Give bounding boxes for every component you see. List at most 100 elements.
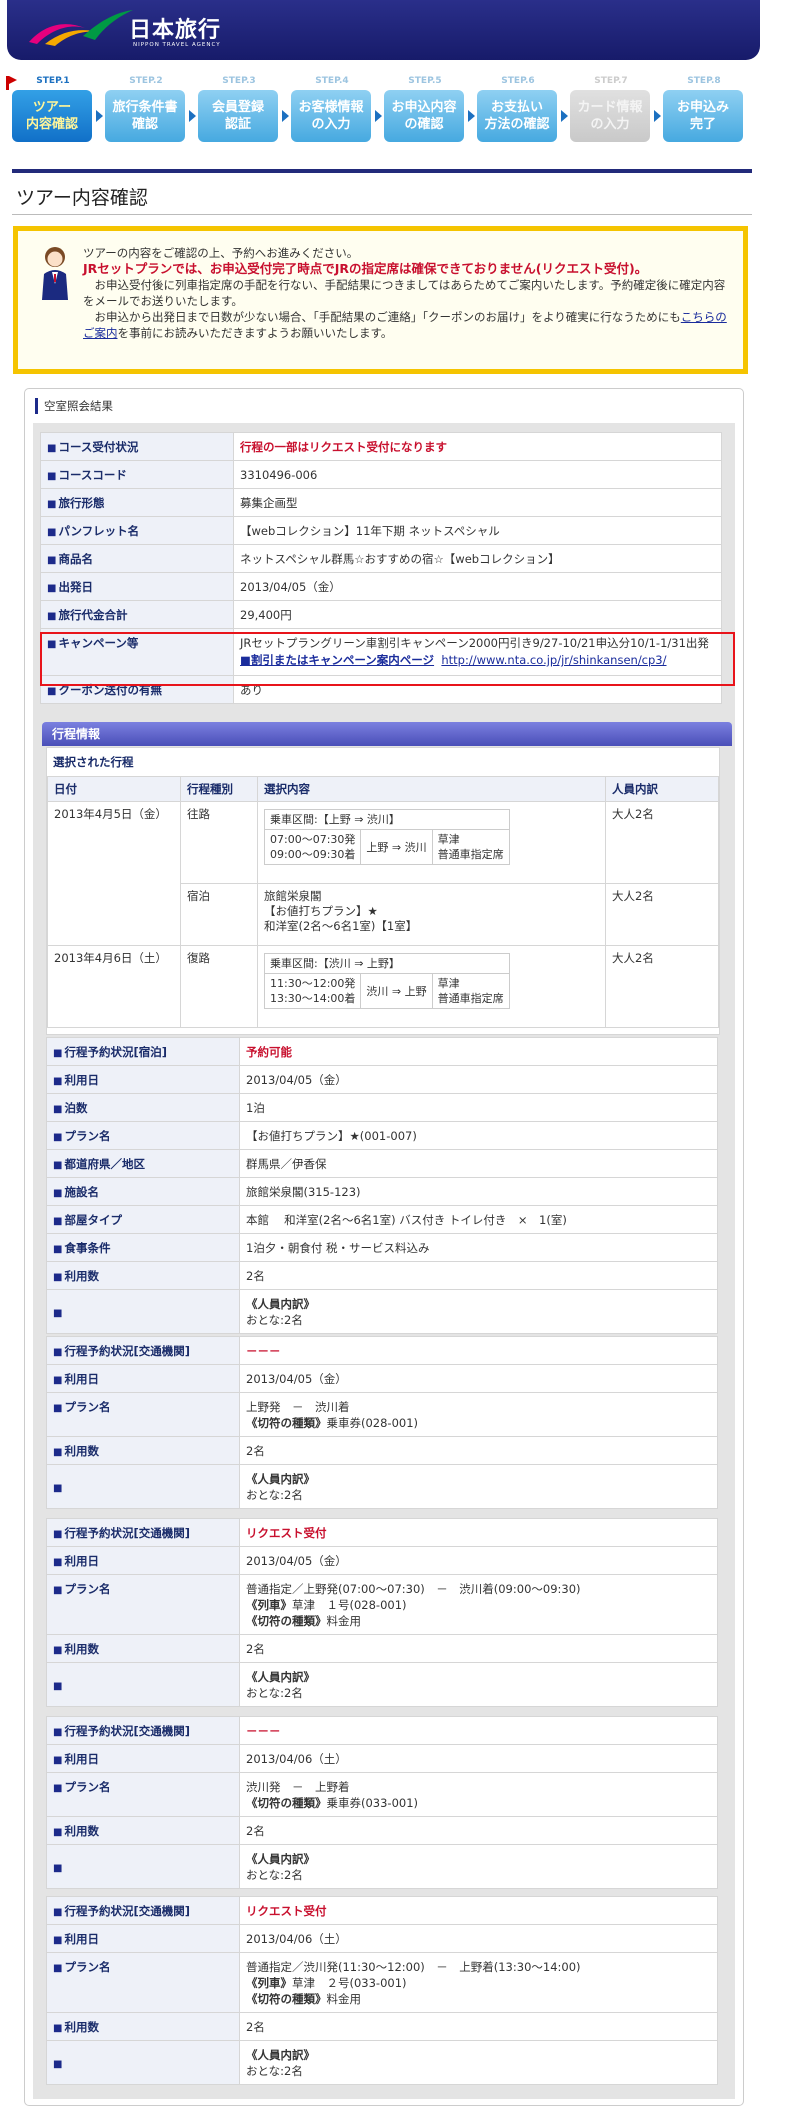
- staff-person-icon: [42, 247, 68, 300]
- segment-row: 乗車区間:【上野 ⇒ 渋川】: [264, 809, 510, 830]
- logo-subtext: NIPPON TRAVEL AGENCY: [133, 42, 221, 48]
- row-key: 行程予約状況[交通機関]: [46, 1518, 240, 1547]
- table-row: プラン名普通指定／上野発(07:00～07:30) － 渋川着(09:00～09…: [46, 1574, 718, 1635]
- step-number: STEP.6: [501, 76, 535, 86]
- row-key: プラン名: [46, 1574, 240, 1635]
- table-row: 行程予約状況[交通機関]－－－: [46, 1716, 718, 1745]
- table-row: 施設名旅館栄泉閣(315-123): [46, 1177, 718, 1206]
- row-value: 旅館栄泉閣(315-123): [239, 1177, 718, 1206]
- table-row: 出発日2013/04/05（金）: [40, 572, 722, 601]
- plan-cell: 渋川発 － 上野着 《切符の種類》乗車券(033-001): [239, 1772, 718, 1817]
- breakdown-value: おとな:2名: [246, 1312, 303, 1327]
- itinerary-subtitle: 選択された行程: [53, 755, 134, 769]
- itinerary-people: 大人2名: [605, 801, 719, 884]
- step-arrow-icon: [561, 110, 568, 122]
- row-value: 群馬県／伊香保: [239, 1149, 718, 1178]
- plan-cell: 上野発 － 渋川着 《切符の種類》乗車券(028-001): [239, 1392, 718, 1437]
- itinerary-table: 日付 行程種別 選択内容 人員内訳 2013年4月5日（金） 往路 乗車区間:【…: [47, 776, 719, 1028]
- table-row: 旅行形態募集企画型: [40, 488, 722, 517]
- row-value: －－－: [239, 1716, 718, 1745]
- itinerary-people: 大人2名: [605, 945, 719, 1028]
- progress-steps: STEP.1 ツアー 内容確認 STEP.2 旅行条件書 確認 STEP.3 会員登録…: [12, 76, 762, 148]
- row-value: 29,400円: [233, 600, 722, 629]
- row-value: 1泊: [239, 1093, 718, 1122]
- breakdown-label: 《人員内訳》: [246, 1851, 315, 1866]
- row-key: 利用日: [46, 1546, 240, 1575]
- seat-class: 普通車指定席: [437, 848, 504, 861]
- row-value: －－－: [239, 1336, 718, 1365]
- table-row: 旅行代金合計29,400円: [40, 600, 722, 629]
- column-header: 人員内訳: [605, 776, 719, 802]
- table-row: 利用日2013/04/06（土）: [46, 1744, 718, 1773]
- row-key: 施設名: [46, 1177, 240, 1206]
- notice-line: お申込から出発日まで日数が少ない場合、「手配結果のご連絡」「クーポンのお届け」を…: [83, 309, 733, 341]
- row-value: 募集企画型: [233, 488, 722, 517]
- plan-value: 草津 １号(028-001): [292, 1597, 407, 1612]
- table-row: 2013年4月6日（土） 復路 乗車区間:【渋川 ⇒ 上野】 11:30～12:…: [47, 945, 719, 1028]
- campaign-highlight-box: [40, 632, 735, 686]
- step-3: STEP.3 会員登録 認証: [198, 76, 280, 148]
- step-number: STEP.5: [408, 76, 442, 86]
- row-key: コース受付状況: [40, 432, 234, 461]
- row-key: 行程予約状況[交通機関]: [46, 1896, 240, 1925]
- table-row: 《人員内訳》おとな:2名: [46, 1464, 718, 1509]
- breakdown-value: おとな:2名: [246, 1487, 303, 1502]
- row-value: 2名: [239, 1436, 718, 1465]
- logo-swoosh-icon: [29, 10, 133, 46]
- segment-train: 草津 普通車指定席: [431, 973, 510, 1009]
- row-value: 2013/04/06（土）: [239, 1924, 718, 1953]
- table-row: プラン名【お値打ちプラン】★(001-007): [46, 1121, 718, 1150]
- row-value: 本館 和洋室(2名～6名1室) バス付き トイレ付き × 1(室): [239, 1205, 718, 1234]
- breakdown-label: 《人員内訳》: [246, 1669, 315, 1684]
- row-value: リクエスト受付: [239, 1896, 718, 1925]
- breakdown-cell: 《人員内訳》 おとな:2名: [239, 1464, 718, 1509]
- row-value: リクエスト受付: [239, 1518, 718, 1547]
- table-row: 行程予約状況[交通機関]リクエスト受付: [46, 1518, 718, 1547]
- plan-value: 料金用: [326, 1613, 362, 1628]
- table-row: 行程予約状況[宿泊]予約可能: [46, 1037, 718, 1066]
- site-header: 日本旅行 NIPPON TRAVEL AGENCY: [7, 0, 760, 60]
- breakdown-cell: 《人員内訳》 おとな:2名: [239, 1289, 718, 1334]
- segment-route: 上野 ⇒ 渋川: [360, 829, 433, 865]
- row-key-empty: [46, 1662, 240, 1707]
- step-label: お申込内容 の確認: [384, 90, 464, 142]
- plan-line: 渋川発 － 上野着: [246, 1779, 350, 1794]
- plan-label: 《切符の種類》: [246, 1613, 327, 1628]
- step-number: STEP.2: [129, 76, 163, 86]
- row-key: 利用日: [46, 1744, 240, 1773]
- table-row: 利用数2名: [46, 1436, 718, 1465]
- plan-value: 乗車券(033-001): [326, 1795, 419, 1810]
- step-arrow-icon: [189, 110, 196, 122]
- hotel-name: 旅館栄泉閣: [264, 889, 322, 903]
- step-number: STEP.4: [315, 76, 349, 86]
- row-key-empty: [46, 2040, 240, 2085]
- itinerary-content: 旅館栄泉閣 【お値打ちプラン】★ 和洋室(2名～6名1室)【1室】: [257, 883, 606, 946]
- itinerary-people: 大人2名: [605, 883, 719, 946]
- breakdown-cell: 《人員内訳》 おとな:2名: [239, 1844, 718, 1889]
- row-value: 2013/04/06（土）: [239, 1744, 718, 1773]
- segment-route: 渋川 ⇒ 上野: [360, 973, 433, 1009]
- row-value: 2013/04/05（金）: [239, 1065, 718, 1094]
- table-row: 利用日2013/04/05（金）: [46, 1065, 718, 1094]
- breakdown-cell: 《人員内訳》 おとな:2名: [239, 2040, 718, 2085]
- table-row: 部屋タイプ本館 和洋室(2名～6名1室) バス付き トイレ付き × 1(室): [46, 1205, 718, 1234]
- plan-cell: 普通指定／上野発(07:00～07:30) － 渋川着(09:00～09:30)…: [239, 1574, 718, 1635]
- plan-line: 普通指定／渋川発(11:30～12:00) － 上野着(13:30～14:00): [246, 1959, 581, 1974]
- plan-line: 《切符の種類》乗車券(028-001): [246, 1415, 711, 1431]
- logo-text[interactable]: 日本旅行: [129, 12, 221, 44]
- row-value: 2013/04/05（金）: [233, 572, 722, 601]
- step-label: ツアー 内容確認: [12, 90, 92, 142]
- table-row: 利用数2名: [46, 1816, 718, 1845]
- plan-line: 上野発 － 渋川着: [246, 1399, 350, 1414]
- transport-status-table-4: 行程予約状況[交通機関]リクエスト受付 利用日2013/04/06（土） プラン…: [46, 1896, 718, 2085]
- table-row: 行程予約状況[交通機関]－－－: [46, 1336, 718, 1365]
- row-value: 1泊夕・朝食付 税・サービス料込み: [239, 1233, 718, 1262]
- step-number: STEP.1: [36, 76, 70, 86]
- segment-time: 11:30～12:00発 13:30～14:00着: [263, 973, 362, 1009]
- table-row: プラン名普通指定／渋川発(11:30～12:00) － 上野着(13:30～14…: [46, 1952, 718, 2013]
- notice-text-part: お申込から出発日まで日数が少ない場合、「手配結果のご連絡」「クーポンのお届け」を…: [83, 310, 681, 324]
- itinerary-date: 2013年4月5日（金）: [47, 801, 181, 946]
- row-key: パンフレット名: [40, 516, 234, 545]
- row-value: 2名: [239, 1816, 718, 1845]
- notice-warning: JRセットプランでは、お申込受付完了時点でJRの指定席は確保できておりません(リ…: [83, 261, 648, 276]
